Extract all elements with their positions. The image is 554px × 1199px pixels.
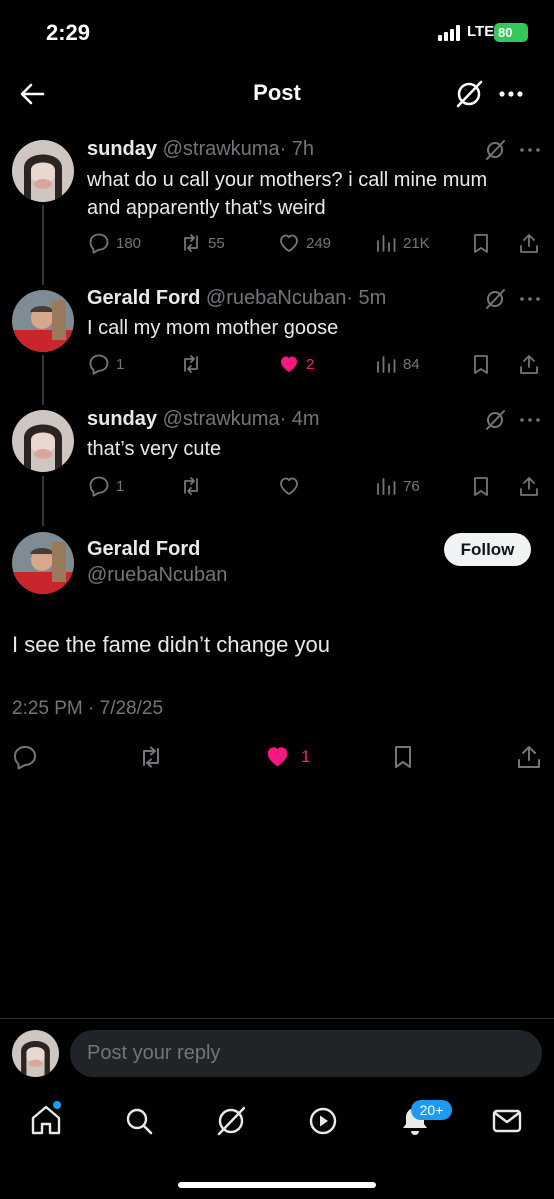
bookmark-icon[interactable] — [390, 744, 416, 770]
like-button[interactable]: 1 — [264, 743, 310, 770]
author-name[interactable]: sunday @strawkuma· 4m — [87, 408, 320, 431]
share-icon[interactable] — [518, 232, 540, 254]
repost-button[interactable] — [180, 353, 202, 375]
repost-count: 55 — [208, 234, 225, 252]
views-chart-icon — [377, 235, 396, 252]
reply-icon[interactable] — [12, 744, 38, 770]
grok-icon[interactable] — [484, 409, 506, 431]
messages-mail-icon[interactable] — [490, 1104, 524, 1138]
views-count: 21K — [403, 234, 430, 252]
like-button[interactable]: 2 — [278, 353, 314, 375]
views-chart-icon — [377, 478, 396, 495]
repost-icon — [184, 477, 198, 495]
home-indicator — [178, 1182, 376, 1188]
post-text: what do u call your mothers? i call mine… — [87, 169, 488, 219]
notifications-badge: 20+ — [411, 1100, 452, 1120]
views-count: 76 — [403, 477, 420, 495]
avatar[interactable] — [12, 140, 74, 202]
thread-connector — [42, 476, 44, 526]
heart-icon — [280, 477, 298, 495]
reply-button[interactable]: 1 — [88, 475, 124, 497]
heart-filled-icon — [267, 747, 288, 767]
heart-filled-icon — [281, 356, 297, 372]
network-type: LTE — [467, 23, 495, 40]
signal-icon — [438, 25, 460, 41]
avatar[interactable] — [12, 532, 74, 594]
battery-indicator: 80 — [494, 23, 528, 42]
author-handle: @strawkuma — [162, 138, 280, 160]
more-options-icon[interactable] — [519, 413, 541, 427]
grok-icon[interactable] — [484, 139, 506, 161]
share-icon[interactable] — [518, 353, 540, 375]
author-handle[interactable]: @ruebaNcuban — [87, 564, 227, 587]
thread-connector — [42, 355, 44, 405]
post-text: I call my mom mother goose — [87, 317, 339, 339]
post-time: · 4m — [279, 408, 320, 430]
repost-icon — [184, 234, 198, 252]
heart-icon — [280, 234, 298, 252]
bookmark-icon[interactable] — [470, 475, 492, 497]
my-avatar — [12, 1030, 59, 1077]
reply-count: 180 — [116, 234, 142, 252]
grok-icon[interactable] — [484, 288, 506, 310]
author-name[interactable]: Gerald Ford — [87, 538, 200, 561]
like-button[interactable] — [278, 475, 300, 497]
reply-button[interactable]: 1 — [88, 353, 124, 375]
avatar[interactable] — [12, 410, 74, 472]
views-button[interactable]: 84 — [375, 353, 420, 375]
bookmark-icon[interactable] — [470, 232, 492, 254]
reply-icon — [89, 233, 109, 254]
like-count: 2 — [306, 355, 315, 373]
thread-connector — [42, 205, 44, 285]
author-name[interactable]: Gerald Ford @ruebaNcuban· 5m — [87, 287, 386, 310]
repost-icon[interactable] — [138, 744, 164, 770]
grok-icon[interactable] — [214, 1104, 248, 1138]
like-count: 249 — [306, 234, 332, 252]
author-handle: @strawkuma — [162, 408, 280, 430]
post-time: · 7h — [279, 138, 315, 160]
views-button[interactable]: 76 — [375, 475, 420, 497]
more-options-icon[interactable] — [519, 292, 541, 306]
author-name[interactable]: sunday @strawkuma· 7h — [87, 138, 314, 161]
repost-button[interactable] — [180, 475, 202, 497]
home-unread-dot — [53, 1101, 61, 1109]
post-text: that’s very cute — [87, 438, 222, 460]
repost-icon — [184, 355, 198, 373]
share-icon[interactable] — [516, 744, 542, 770]
divider — [0, 1018, 554, 1019]
like-count: 1 — [301, 746, 311, 766]
share-icon[interactable] — [518, 475, 540, 497]
battery-level: 80 — [498, 25, 513, 40]
views-button[interactable]: 21K — [375, 232, 430, 254]
repost-button[interactable]: 55 — [180, 232, 225, 254]
search-icon[interactable] — [122, 1104, 156, 1138]
reply-count: 1 — [116, 477, 125, 495]
like-button[interactable]: 249 — [278, 232, 331, 254]
more-options-icon[interactable] — [498, 84, 524, 104]
reply-button[interactable]: 180 — [88, 232, 141, 254]
reply-icon — [89, 476, 109, 497]
bookmark-icon[interactable] — [470, 353, 492, 375]
author-handle: @ruebaNcuban — [205, 287, 347, 309]
more-options-icon[interactable] — [519, 143, 541, 157]
grok-icon[interactable] — [454, 79, 484, 109]
reply-count: 1 — [116, 355, 125, 373]
video-play-icon[interactable] — [306, 1104, 340, 1138]
views-count: 84 — [403, 355, 420, 373]
avatar[interactable] — [12, 290, 74, 352]
follow-button[interactable]: Follow — [444, 533, 531, 566]
post-time: · 5m — [346, 287, 387, 309]
reply-input[interactable]: Post your reply — [70, 1030, 542, 1077]
views-chart-icon — [377, 356, 396, 373]
post-timestamp[interactable]: 2:25 PM · 7/28/25 — [12, 698, 163, 720]
reply-icon — [89, 354, 109, 375]
post-text: I see the fame didn’t change you — [12, 632, 330, 657]
status-time: 2:29 — [46, 20, 91, 45]
